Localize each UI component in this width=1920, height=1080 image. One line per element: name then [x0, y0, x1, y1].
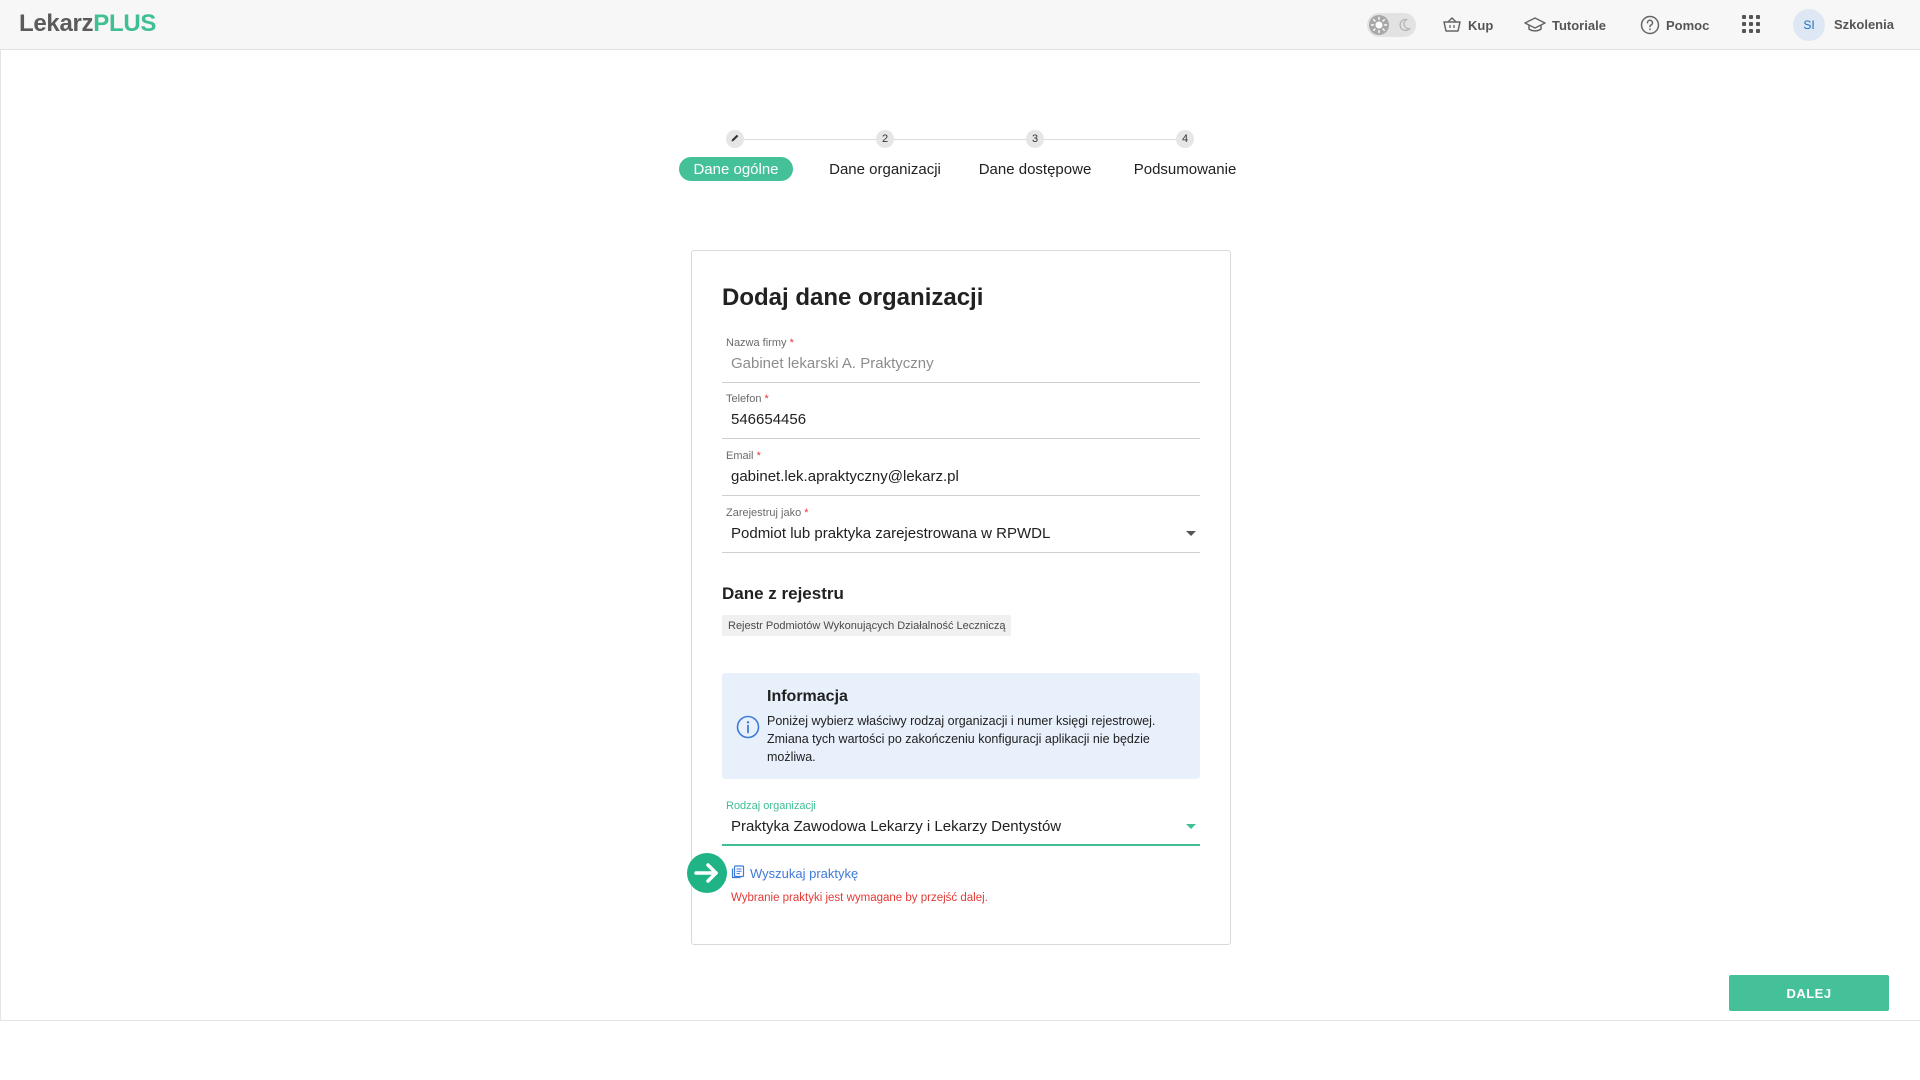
app-logo[interactable]: LekarzPLUS: [19, 10, 156, 38]
email-value: gabinet.lek.apraktyczny@lekarz.pl: [731, 468, 959, 485]
form-title: Dodaj dane organizacji: [722, 284, 984, 311]
step-connector: [1044, 139, 1177, 140]
user-name[interactable]: Szkolenia: [1834, 17, 1894, 32]
register-as-label: Zarejestruj jako: [726, 507, 802, 519]
organization-type-value: Praktyka Zawodowa Lekarzy i Lekarzy Dent…: [731, 818, 1062, 835]
email-label: Email: [726, 450, 754, 462]
sun-icon: [1369, 15, 1389, 35]
email-field[interactable]: Email * gabinet.lek.apraktyczny@lekarz.p…: [722, 450, 1200, 496]
step-1-indicator[interactable]: [726, 130, 744, 148]
theme-toggle[interactable]: [1367, 13, 1416, 37]
pencil-icon: [730, 133, 740, 146]
dropdown-caret-icon[interactable]: [1186, 824, 1196, 829]
step-2-label[interactable]: Dane organizacji: [815, 157, 955, 181]
help-circle-icon: [1640, 15, 1660, 35]
info-text: Poniżej wybierz właściwy rodzaj organiza…: [767, 714, 1156, 764]
phone-field[interactable]: Telefon * 546654456: [722, 393, 1200, 439]
register-as-value: Podmiot lub praktyka zarejestrowana w RP…: [731, 525, 1051, 542]
moon-icon: [1397, 18, 1411, 32]
nav-tutoriale[interactable]: Tutoriale: [1524, 14, 1606, 36]
avatar[interactable]: SI: [1793, 9, 1825, 41]
document-search-icon: [731, 865, 745, 882]
registry-section-title: Dane z rejestru: [722, 584, 844, 603]
registry-chip: Rejestr Podmiotów Wykonujących Działalno…: [722, 615, 1012, 636]
phone-label: Telefon: [726, 393, 762, 405]
step-connector: [894, 139, 1027, 140]
phone-value: 546654456: [731, 411, 807, 428]
dropdown-caret-icon[interactable]: [1186, 531, 1196, 536]
arrow-right-icon: [687, 853, 727, 893]
apps-grid-icon[interactable]: [1742, 15, 1762, 35]
next-button[interactable]: DALEJ: [1729, 975, 1889, 1011]
organization-form-card: Dodaj dane organizacji Nazwa firmy * Gab…: [687, 250, 1231, 945]
register-as-select[interactable]: Zarejestruj jako * Podmiot lub praktyka …: [722, 507, 1200, 553]
company-name-label: Nazwa firmy: [726, 337, 787, 349]
organization-type-label: Rodzaj organizacji: [726, 800, 816, 812]
step-2-indicator[interactable]: 2: [876, 130, 894, 148]
organization-type-select[interactable]: Rodzaj organizacji Praktyka Zawodowa Lek…: [722, 800, 1200, 846]
company-name-field[interactable]: Nazwa firmy * Gabinet lekarski A. Prakty…: [722, 337, 1200, 383]
graduation-cap-icon: [1524, 16, 1546, 34]
step-4-label[interactable]: Podsumowanie: [1115, 157, 1255, 181]
step-3-indicator[interactable]: 3: [1026, 130, 1044, 148]
validation-error: Wybranie praktyki jest wymagane by przej…: [731, 892, 988, 904]
info-title: Informacja: [767, 688, 848, 705]
top-bar: LekarzPLUS Kup Tutoriale Pomoc SI Szkole…: [0, 0, 1920, 50]
nav-pomoc[interactable]: Pomoc: [1640, 14, 1709, 36]
info-box: Informacja Poniżej wybierz właściwy rodz…: [722, 673, 1200, 779]
info-icon: [736, 715, 760, 744]
nav-kup[interactable]: Kup: [1442, 14, 1493, 36]
step-4-indicator[interactable]: 4: [1176, 130, 1194, 148]
basket-icon: [1442, 16, 1462, 34]
company-name-value: Gabinet lekarski A. Praktyczny: [731, 355, 934, 372]
search-practice-link[interactable]: Wyszukaj praktykę: [731, 865, 858, 882]
step-3-label[interactable]: Dane dostępowe: [965, 157, 1105, 181]
step-connector: [744, 139, 877, 140]
step-1-label[interactable]: Dane ogólne: [679, 157, 793, 181]
